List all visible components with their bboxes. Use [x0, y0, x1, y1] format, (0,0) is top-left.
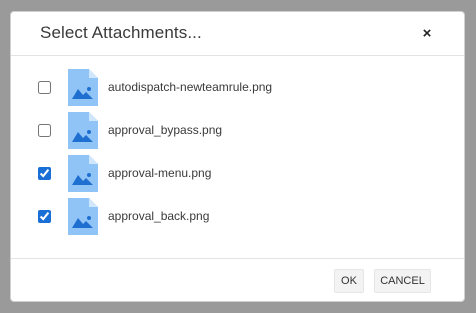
- attachment-checkbox[interactable]: [38, 210, 51, 223]
- image-file-icon: [68, 155, 98, 192]
- dialog-footer: OK CANCEL: [11, 258, 464, 301]
- ok-button[interactable]: OK: [334, 269, 364, 293]
- attachment-list: autodispatch-newteamrule.png approval_by…: [11, 57, 464, 257]
- attachment-checkbox[interactable]: [38, 124, 51, 137]
- image-file-icon: [68, 198, 98, 235]
- close-icon[interactable]: ×: [416, 23, 438, 45]
- image-file-icon: [68, 69, 98, 106]
- dialog-title: Select Attachments...: [40, 23, 202, 42]
- attachment-filename: approval-menu.png: [108, 166, 212, 180]
- list-item[interactable]: approval_back.png: [11, 198, 464, 238]
- select-attachments-dialog: Select Attachments... × autodispatch-new…: [11, 12, 464, 301]
- attachment-checkbox[interactable]: [38, 81, 51, 94]
- attachment-filename: autodispatch-newteamrule.png: [108, 80, 273, 94]
- attachment-filename: approval_bypass.png: [108, 123, 223, 137]
- image-file-icon: [68, 112, 98, 149]
- list-item[interactable]: approval_bypass.png: [11, 112, 464, 152]
- attachment-checkbox[interactable]: [38, 167, 51, 180]
- cancel-button[interactable]: CANCEL: [374, 269, 431, 293]
- dialog-header: Select Attachments... ×: [11, 12, 464, 56]
- attachment-filename: approval_back.png: [108, 209, 210, 223]
- list-item[interactable]: autodispatch-newteamrule.png: [11, 69, 464, 109]
- list-item[interactable]: approval-menu.png: [11, 155, 464, 195]
